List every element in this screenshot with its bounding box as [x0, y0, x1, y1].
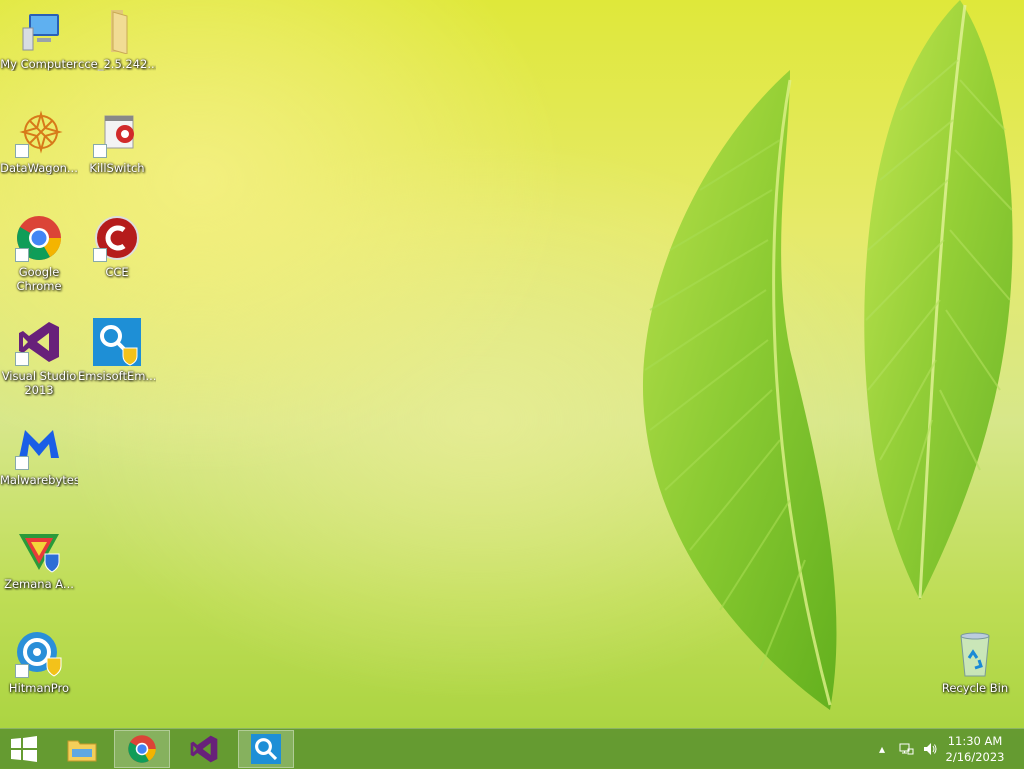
desktop-icon-hitmanpro[interactable]: HitmanPro [0, 630, 78, 695]
desktop-icon-emsisoft[interactable]: EmsisoftEm... [78, 318, 156, 383]
desktop-icon-label: KillSwitch [89, 161, 145, 175]
malwarebytes-icon [15, 422, 63, 470]
emsisoft-icon [93, 318, 141, 366]
shortcut-arrow-icon [15, 456, 29, 470]
shortcut-arrow-icon [15, 144, 29, 158]
desktop-icon-datawagon[interactable]: DataWagon... [0, 110, 78, 175]
desktop-icon-visual-studio[interactable]: Visual Studio 2013 [0, 318, 78, 397]
desktop-icon-killswitch[interactable]: KillSwitch [78, 110, 156, 175]
system-clock[interactable]: 11:30 AM 2/16/2023 [940, 733, 1010, 765]
shortcut-arrow-icon [93, 144, 107, 158]
desktop-icon-label: Zemana A... [4, 577, 74, 591]
desktop-icon-my-computer[interactable]: My Computer [0, 6, 78, 71]
file-explorer-icon [67, 740, 97, 762]
shortcut-arrow-icon [15, 664, 29, 678]
datawagon-icon [15, 110, 63, 158]
visual-studio-icon [15, 318, 63, 366]
desktop-icon-zemana[interactable]: Zemana A... [0, 526, 78, 591]
desktop-icon-label: cce_2.5.242... [78, 57, 156, 71]
desktop-icon-google-chrome[interactable]: Google Chrome [0, 214, 78, 293]
show-hidden-icons-chevron-icon[interactable]: ▴ [874, 741, 890, 757]
network-icon[interactable] [898, 741, 914, 757]
shortcut-arrow-icon [93, 248, 107, 262]
chrome-icon [15, 214, 63, 262]
desktop-icon-label: DataWagon... [0, 161, 78, 175]
clock-time: 11:30 AM [947, 734, 1003, 748]
windows-logo-icon [11, 736, 37, 762]
recycle-bin-icon [951, 630, 999, 678]
visual-studio-icon [190, 735, 218, 763]
desktop-icon-label: EmsisoftEm... [78, 369, 156, 383]
desktop-icon-malwarebytes[interactable]: Malwarebytes [0, 422, 78, 487]
hitmanpro-icon [15, 630, 63, 678]
desktop-icon-cce[interactable]: CCE [78, 214, 156, 279]
chrome-icon [128, 735, 156, 763]
killswitch-icon [93, 110, 141, 158]
taskbar-visual-studio[interactable] [176, 730, 232, 768]
desktop-icon-label: HitmanPro [8, 681, 70, 695]
desktop-icon-label: Google Chrome [16, 265, 62, 293]
desktop-icon-recycle-bin[interactable]: Recycle Bin [936, 630, 1014, 695]
desktop-icon-label: Visual Studio 2013 [1, 369, 77, 397]
desktop-icon-cce-folder[interactable]: cce_2.5.242... [78, 6, 156, 71]
taskbar-emsisoft[interactable] [238, 730, 294, 768]
taskbar-google-chrome[interactable] [114, 730, 170, 768]
taskbar: ▴ 11:30 AM 2/16/2023 [0, 728, 1024, 769]
desktop-icon-label: My Computer [0, 57, 78, 71]
folder-icon [93, 6, 141, 55]
shortcut-arrow-icon [15, 248, 29, 262]
desktop-icon-label: Malwarebytes [0, 473, 78, 487]
clock-date: 2/16/2023 [945, 750, 1005, 764]
volume-icon[interactable] [922, 741, 938, 757]
shortcut-arrow-icon [15, 352, 29, 366]
start-button[interactable] [0, 730, 48, 768]
zemana-icon [15, 526, 63, 574]
desktop-icon-label: CCE [105, 265, 129, 279]
cce-icon [93, 214, 141, 262]
taskbar-file-explorer[interactable] [54, 730, 110, 768]
computer-icon [15, 6, 63, 54]
desktop-icon-label: Recycle Bin [941, 681, 1009, 695]
emsisoft-icon [251, 734, 281, 764]
